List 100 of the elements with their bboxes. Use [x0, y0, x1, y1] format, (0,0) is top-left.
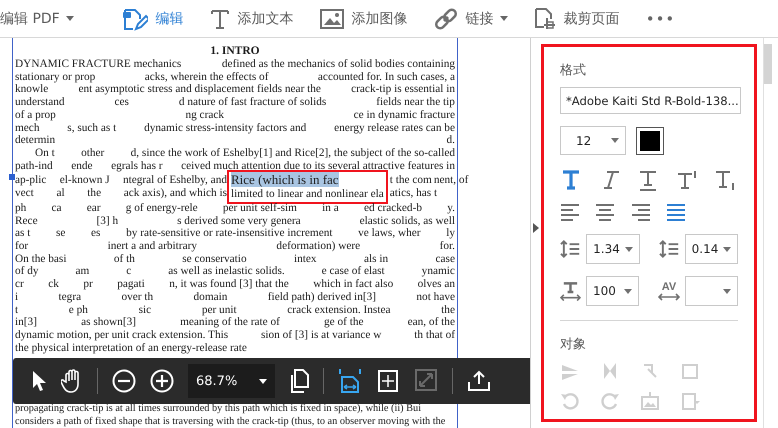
document-text: as shown[3] — [81, 316, 136, 329]
document-text: propagating crack-tip is at all times surrounded by this path which is fixed in space), while (ii) Bui — [15, 403, 422, 416]
document-text: limited to linear and nonlinear ela — [231, 188, 384, 200]
pages-icon[interactable] — [289, 369, 310, 393]
section-heading: 格式 — [560, 62, 587, 79]
document-text: al — [56, 187, 65, 200]
document-text: ntegral of Eshelby, and — [122, 174, 227, 188]
document-text: ack axis), and which is — [124, 187, 227, 200]
align-left-icon[interactable] — [560, 203, 580, 222]
toolbar-button[interactable]: 添加图像 — [320, 8, 408, 28]
scrollbar[interactable] — [763, 38, 772, 428]
caret-icon — [624, 288, 632, 294]
document-text: el-known J — [60, 174, 110, 188]
document-text: crack-tip is essential in — [351, 83, 455, 96]
document-text: not have — [416, 290, 455, 304]
more-button[interactable]: ••• — [646, 10, 676, 28]
caret-icon — [723, 288, 731, 294]
document-text: in a — [322, 202, 339, 215]
toolbar-button[interactable]: 链接 — [434, 6, 508, 30]
text-t-icon — [210, 8, 230, 30]
justify-icon[interactable] — [666, 203, 686, 222]
document-text: ces — [114, 96, 129, 109]
line-spacing-icon — [560, 238, 582, 260]
upload-icon[interactable] — [467, 370, 492, 392]
document-text: mech — [15, 122, 40, 134]
document-text: [3] h — [96, 214, 118, 228]
document-text: ng crack — [185, 108, 224, 122]
bold-icon[interactable] — [560, 169, 582, 191]
section-heading: 对象 — [560, 336, 587, 353]
document-text: ear — [86, 202, 101, 215]
document-text: DYNAMIC FRACTURE mechanics — [15, 58, 182, 71]
zoom-out-icon[interactable] — [112, 369, 136, 393]
toolbar-button[interactable]: 编辑 PDF — [0, 10, 74, 28]
document-text: ed cracked-b — [364, 202, 422, 215]
document-text: in[3] — [15, 316, 37, 329]
document-text: vect — [15, 187, 34, 200]
subscript-icon[interactable] — [714, 169, 736, 191]
document-text: ean, of the — [408, 316, 455, 329]
fit-width-icon[interactable] — [338, 368, 362, 394]
document-text: dynamic stress-intensity factors and — [144, 122, 306, 134]
paragraph-spacing-icon — [658, 238, 680, 260]
document-text: e case of elast — [322, 265, 385, 278]
caret-icon — [723, 246, 731, 252]
toolbar-button[interactable]: 裁剪页面 — [534, 6, 620, 30]
caret-icon — [611, 138, 619, 143]
align-center-icon[interactable] — [595, 203, 616, 222]
zoom-in-icon[interactable] — [150, 369, 174, 393]
document-text: elastic solids, as well — [360, 214, 455, 228]
document-text: sic — [138, 304, 152, 316]
spacing-dropdown[interactable]: 100 — [586, 276, 639, 306]
arrow-cursor-icon[interactable] — [31, 370, 47, 392]
document-text: i — [15, 290, 18, 304]
document-text: domain — [194, 290, 228, 304]
document-text: ende — [71, 160, 93, 172]
document-text: n, it was found [3] that the — [169, 278, 289, 291]
document-text: s derived some very genera — [177, 214, 301, 228]
horizontal-scale-icon — [560, 280, 581, 302]
document-text: of a prop — [15, 108, 56, 122]
document-text: ent asymptotic stress and displacement fields near the — [78, 83, 321, 96]
caret-icon — [624, 246, 632, 252]
document-text: ve laws, wher — [358, 227, 421, 240]
document-text: s, such as t — [67, 122, 116, 134]
image-icon — [320, 8, 344, 28]
selection-handle[interactable] — [9, 174, 15, 180]
spacing-dropdown[interactable]: 1.34 — [586, 234, 640, 264]
document-text: ap-plic — [15, 174, 46, 188]
document-text: energy release rates can be — [334, 122, 455, 134]
document-text: as well as inelastic solids. — [168, 265, 285, 278]
color-swatch[interactable] — [636, 126, 664, 154]
fit-page-icon[interactable] — [376, 368, 400, 394]
document-text: d, since the work of Eshelby[1] and Rice[2], the subject of the so-called — [130, 146, 455, 160]
document-text: defined as the mechanics of solid bodies containing — [222, 58, 455, 71]
font-size-dropdown[interactable]: 12 — [560, 126, 626, 155]
document-text: pr — [83, 278, 93, 291]
font-dropdown[interactable]: *Adobe Kaiti Std R-Bold-138... — [560, 87, 741, 114]
underline-icon[interactable] — [637, 169, 659, 191]
superscript-icon[interactable] — [676, 169, 698, 191]
document-text: meaning of the rate of — [180, 316, 280, 329]
document-text: pagati — [117, 278, 145, 291]
align-right-icon[interactable] — [630, 203, 651, 222]
document-text: for — [15, 240, 28, 253]
selected-text: Rice (which is in fac — [231, 172, 339, 188]
document-text: se conservatio — [182, 252, 247, 266]
document-text: On the basi — [15, 252, 66, 266]
toolbar-button[interactable]: 编辑 — [122, 6, 184, 32]
document-text: e ph — [68, 304, 88, 316]
document-text: deformation) were — [276, 240, 360, 253]
document-text: cr — [15, 278, 24, 291]
document-text: case — [436, 252, 455, 266]
toolbar-button[interactable]: 添加文本 — [210, 8, 294, 30]
zoom-dropdown[interactable]: 68.7% — [188, 364, 276, 398]
spacing-dropdown[interactable]: 0.14 — [684, 234, 738, 264]
document-text: am — [76, 265, 90, 278]
document-text: acks, wherein the effects of — [144, 70, 268, 84]
document-text: of dy — [15, 265, 39, 278]
document-text: knowle — [15, 83, 48, 96]
collapse-arrow-icon[interactable] — [533, 223, 539, 233]
document-text: of th — [114, 252, 135, 266]
document-text: as t — [15, 227, 30, 240]
document-text: se — [56, 227, 66, 240]
